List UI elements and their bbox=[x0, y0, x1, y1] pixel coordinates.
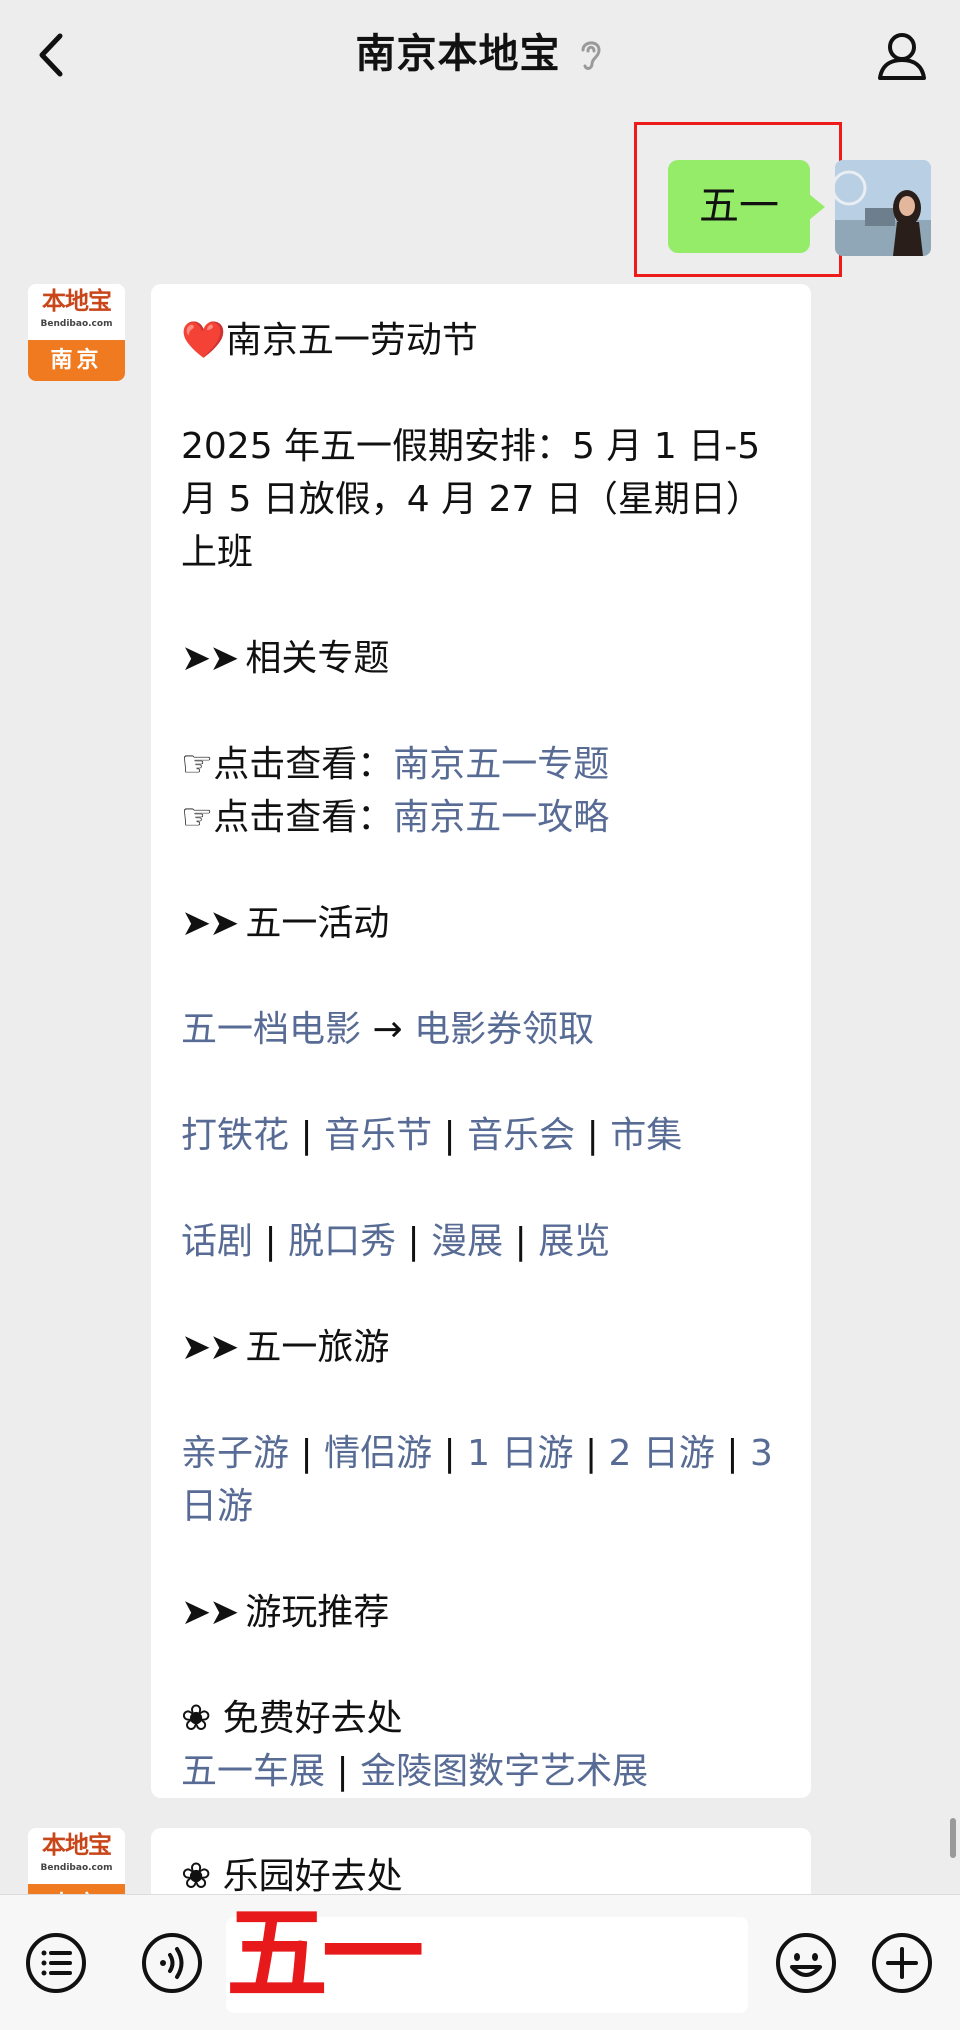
section-recommend: ➤➤ 游玩推荐 bbox=[181, 1586, 783, 1639]
separator: | bbox=[584, 1433, 598, 1474]
user-avatar[interactable] bbox=[835, 160, 931, 256]
logo-text: 本地宝 bbox=[42, 287, 112, 315]
logo-subtitle: Bendibao.com bbox=[40, 319, 113, 329]
separator: | bbox=[264, 1221, 277, 1262]
voice-input-icon[interactable] bbox=[140, 1931, 204, 1995]
separator: | bbox=[514, 1221, 527, 1262]
typed-input-text: 五一 bbox=[226, 1894, 424, 2014]
movie-coupon-link[interactable]: 电影券领取 bbox=[414, 1009, 594, 1050]
arrows-icon: ➤➤ bbox=[181, 1327, 239, 1368]
topic-row: ☞点击查看：南京五一攻略 bbox=[181, 791, 783, 844]
arrows-icon: ➤➤ bbox=[181, 1592, 239, 1633]
input-bar bbox=[0, 1894, 960, 2030]
topic-row: ☞点击查看：南京五一专题 bbox=[181, 738, 783, 791]
activity-link[interactable]: 漫展 bbox=[431, 1221, 503, 1262]
topic-link-special[interactable]: 南京五一专题 bbox=[393, 744, 609, 785]
activity-link[interactable]: 音乐会 bbox=[467, 1115, 575, 1156]
separator: | bbox=[300, 1115, 313, 1156]
section-travel: ➤➤ 五一旅游 bbox=[181, 1321, 783, 1374]
separator: | bbox=[336, 1751, 349, 1792]
section-topics-title: 相关专题 bbox=[245, 638, 390, 679]
separator: | bbox=[443, 1115, 456, 1156]
heart-icon: ❤️ bbox=[181, 320, 226, 361]
free-place-link[interactable]: 五一车展 bbox=[181, 1751, 325, 1792]
separator: | bbox=[586, 1115, 599, 1156]
bot-avatar[interactable]: 本地宝 Bendibao.com 南京 bbox=[28, 284, 125, 381]
plus-icon[interactable] bbox=[870, 1931, 934, 1995]
arrows-icon: ➤➤ bbox=[181, 638, 239, 679]
section-activities: ➤➤ 五一活动 bbox=[181, 897, 783, 950]
heading-text: 南京五一劳动节 bbox=[225, 320, 478, 361]
separator: | bbox=[443, 1433, 456, 1474]
activity-link[interactable]: 脱口秀 bbox=[288, 1221, 396, 1262]
scrollbar-thumb[interactable] bbox=[950, 1818, 956, 1858]
movie-link[interactable]: 五一档电影 bbox=[181, 1009, 361, 1050]
activity-link[interactable]: 展览 bbox=[538, 1221, 610, 1262]
travel-link[interactable]: 2 日游 bbox=[609, 1433, 715, 1474]
section-topics: ➤➤ 相关专题 bbox=[181, 632, 783, 685]
card-heading: ❤️南京五一劳动节 bbox=[181, 314, 783, 367]
activity-link[interactable]: 打铁花 bbox=[181, 1115, 289, 1156]
free-places-text: 免费好去处 bbox=[222, 1698, 403, 1739]
user-avatar-image bbox=[835, 160, 931, 256]
arrows-icon: ➤➤ bbox=[181, 903, 239, 944]
logo-city: 南京 bbox=[28, 340, 125, 381]
activity-link[interactable]: 音乐节 bbox=[324, 1115, 432, 1156]
travel-link[interactable]: 情侣游 bbox=[324, 1433, 432, 1474]
flower-icon: ❀ bbox=[181, 1698, 212, 1739]
logo-text: 本地宝 bbox=[42, 1831, 112, 1859]
activity-row-2: 话剧 | 脱口秀 | 漫展 | 展览 bbox=[181, 1215, 783, 1268]
chat-header: 南京本地宝 bbox=[0, 0, 960, 110]
section-activities-title: 五一活动 bbox=[245, 903, 390, 944]
separator: | bbox=[300, 1433, 313, 1474]
arrow-right-icon: → bbox=[372, 1009, 403, 1050]
section-travel-title: 五一旅游 bbox=[245, 1327, 390, 1368]
free-places-title: ❀ 免费好去处 bbox=[181, 1692, 783, 1745]
movie-row: 五一档电影 → 电影券领取 bbox=[181, 1003, 783, 1056]
pointer-icon: ☞ bbox=[181, 797, 214, 838]
separator: | bbox=[726, 1433, 739, 1474]
activity-link[interactable]: 市集 bbox=[610, 1115, 682, 1156]
emoji-icon[interactable] bbox=[774, 1931, 838, 1995]
pointer-icon: ☞ bbox=[181, 744, 214, 785]
profile-icon[interactable] bbox=[874, 28, 930, 84]
ear-icon[interactable] bbox=[575, 34, 605, 74]
highlight-box bbox=[634, 122, 842, 277]
topic-prefix: 点击查看： bbox=[213, 744, 394, 785]
travel-link[interactable]: 1 日游 bbox=[467, 1433, 573, 1474]
holiday-schedule-text: 2025 年五一假期安排：5 月 1 日-5 月 5 日放假，4 月 27 日（… bbox=[181, 426, 762, 573]
menu-list-icon[interactable] bbox=[24, 1931, 88, 1995]
card2-title: 乐园好去处 bbox=[222, 1856, 403, 1897]
activity-row-1: 打铁花 | 音乐节 | 音乐会 | 市集 bbox=[181, 1109, 783, 1162]
section-recommend-title: 游玩推荐 bbox=[245, 1592, 390, 1633]
travel-link[interactable]: 亲子游 bbox=[181, 1433, 289, 1474]
activity-link[interactable]: 话剧 bbox=[181, 1221, 253, 1262]
logo-subtitle: Bendibao.com bbox=[40, 1863, 113, 1873]
travel-links: 亲子游 | 情侣游 | 1 日游 | 2 日游 | 3 日游 bbox=[181, 1427, 783, 1533]
chat-title[interactable]: 南京本地宝 bbox=[356, 26, 561, 82]
topic-prefix: 点击查看： bbox=[213, 797, 394, 838]
separator: | bbox=[407, 1221, 420, 1262]
free-place-link[interactable]: 金陵图数字艺术展 bbox=[360, 1751, 648, 1792]
topic-link-guide[interactable]: 南京五一攻略 bbox=[393, 797, 609, 838]
article-message-card: ❤️南京五一劳动节 2025 年五一假期安排：5 月 1 日-5 月 5 日放假… bbox=[151, 284, 811, 1798]
free-places-links: 五一车展 | 金陵图数字艺术展 bbox=[181, 1745, 783, 1798]
flower-icon: ❀ bbox=[181, 1856, 212, 1897]
